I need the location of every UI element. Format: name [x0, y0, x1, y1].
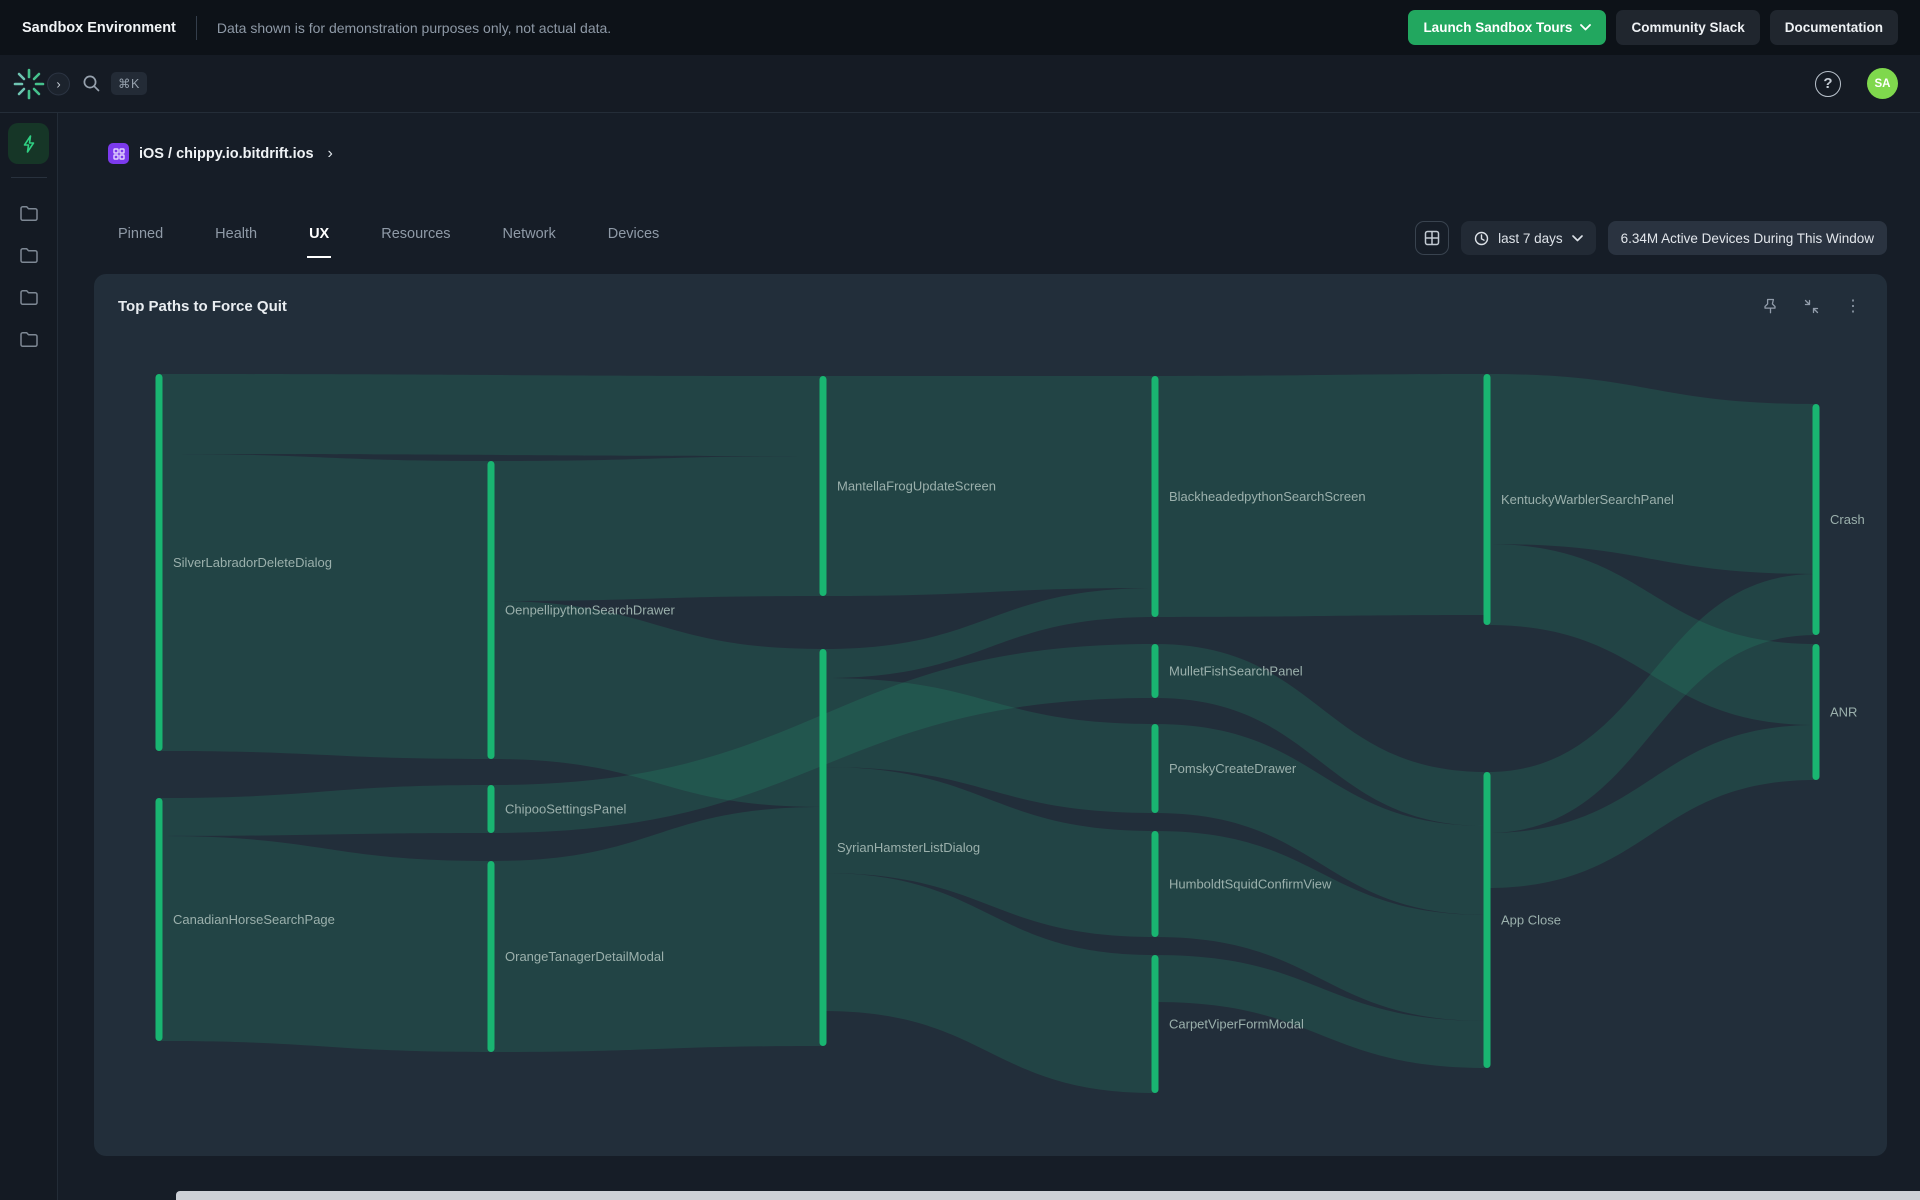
tabs-row: Pinned Health UX Resources Network Devices	[58, 218, 1920, 258]
sankey-link[interactable]	[491, 456, 823, 601]
sankey-node-label: CarpetViperFormModal	[1169, 1017, 1304, 1032]
top-nav: › ⌘K ? SA	[0, 55, 1920, 113]
sankey-link[interactable]	[159, 454, 491, 759]
folder-icon	[19, 288, 39, 306]
grid-icon	[1424, 230, 1440, 246]
bolt-icon	[19, 134, 39, 154]
banner-actions: Launch Sandbox Tours Community Slack Doc…	[1408, 10, 1898, 45]
sankey-node[interactable]	[820, 649, 827, 1046]
sidebar-divider	[11, 177, 47, 178]
search-shortcut-badge: ⌘K	[111, 72, 147, 95]
top-paths-card: Top Paths to Force Quit	[94, 274, 1887, 1156]
sankey-svg: SilverLabradorDeleteDialog CanadianHorseS…	[94, 274, 1887, 1156]
sankey-node-label: SilverLabradorDeleteDialog	[173, 555, 332, 570]
tab-resources[interactable]: Resources	[379, 226, 452, 258]
community-slack-button[interactable]: Community Slack	[1616, 10, 1759, 45]
app-grid-icon	[108, 143, 129, 164]
sankey-node[interactable]	[488, 861, 495, 1052]
sankey-node[interactable]	[156, 798, 163, 1041]
chevron-down-icon	[1572, 235, 1583, 242]
sankey-node-label: MantellaFrogUpdateScreen	[837, 479, 996, 494]
sidebar-expand-button[interactable]: ›	[47, 72, 70, 95]
layout-grid-button[interactable]	[1415, 221, 1449, 255]
sankey-link[interactable]	[159, 836, 491, 1052]
sidebar-folders	[8, 192, 49, 360]
app-root: Sandbox Environment Data shown is for de…	[0, 0, 1920, 1200]
sankey-node-label: HumboldtSquidConfirmView	[1169, 877, 1332, 892]
sankey-node[interactable]	[1484, 374, 1491, 625]
search-input[interactable]: ⌘K	[82, 72, 147, 95]
sankey-link[interactable]	[159, 785, 491, 836]
tab-devices[interactable]: Devices	[606, 226, 662, 258]
help-button[interactable]: ?	[1815, 71, 1841, 97]
view-controls: last 7 days 6.34M Active Devices During …	[1415, 221, 1887, 255]
sankey-node[interactable]	[1813, 644, 1820, 780]
sidebar-item-folder[interactable]	[8, 234, 49, 275]
time-range-select[interactable]: last 7 days	[1461, 221, 1596, 255]
sankey-node-label: MulletFishSearchPanel	[1169, 664, 1303, 679]
sankey-node[interactable]	[1152, 724, 1159, 813]
sankey-node-label: BlackheadedpythonSearchScreen	[1169, 489, 1366, 504]
banner-title: Sandbox Environment	[22, 20, 176, 36]
launch-sandbox-tours-button[interactable]: Launch Sandbox Tours	[1408, 10, 1606, 45]
sankey-node[interactable]	[1152, 831, 1159, 937]
sankey-node-label: ChipooSettingsPanel	[505, 802, 627, 817]
banner-divider	[196, 16, 197, 40]
folder-icon	[19, 204, 39, 222]
sankey-link[interactable]	[1487, 374, 1816, 574]
tab-pinned[interactable]: Pinned	[116, 226, 165, 258]
sidebar-item-folder[interactable]	[8, 276, 49, 317]
sankey-link[interactable]	[491, 807, 823, 1052]
sankey-node[interactable]	[1152, 955, 1159, 1093]
clock-icon	[1474, 231, 1489, 246]
bitdrift-logo-icon	[12, 67, 46, 101]
tab-ux[interactable]: UX	[307, 226, 331, 258]
sankey-node-label: App Close	[1501, 913, 1561, 928]
sankey-node[interactable]	[820, 376, 827, 596]
sidebar-item-folder[interactable]	[8, 318, 49, 359]
sankey-node-label: KentuckyWarblerSearchPanel	[1501, 492, 1674, 507]
sankey-node[interactable]	[1813, 404, 1820, 635]
sankey-node-label: SyrianHamsterListDialog	[837, 840, 980, 855]
folder-icon	[19, 330, 39, 348]
sankey-node[interactable]	[488, 785, 495, 833]
sidebar-item-folder[interactable]	[8, 192, 49, 233]
breadcrumb[interactable]: iOS / chippy.io.bitdrift.ios ›	[58, 113, 1920, 164]
main-content: iOS / chippy.io.bitdrift.ios › Pinned Hea…	[58, 113, 1920, 1200]
horizontal-scrollbar[interactable]	[176, 1191, 1920, 1200]
body-row: iOS / chippy.io.bitdrift.ios › Pinned Hea…	[0, 113, 1920, 1200]
breadcrumb-label: iOS / chippy.io.bitdrift.ios	[139, 146, 314, 162]
tabs: Pinned Health UX Resources Network Devices	[116, 218, 661, 258]
sankey-node-label: PomskyCreateDrawer	[1169, 761, 1297, 776]
folder-icon	[19, 246, 39, 264]
sankey-node[interactable]	[488, 461, 495, 759]
sankey-node-label: ANR	[1830, 705, 1857, 720]
tab-network[interactable]: Network	[501, 226, 558, 258]
tab-health[interactable]: Health	[213, 226, 259, 258]
sankey-node-label: CanadianHorseSearchPage	[173, 912, 335, 927]
banner-message: Data shown is for demonstration purposes…	[217, 20, 611, 36]
chevron-down-icon	[1580, 24, 1591, 31]
sankey-node[interactable]	[156, 374, 163, 751]
sidebar	[0, 113, 58, 1200]
sankey-node-label: Crash	[1830, 512, 1865, 527]
sankey-node[interactable]	[1152, 644, 1159, 698]
sandbox-banner: Sandbox Environment Data shown is for de…	[0, 0, 1920, 55]
time-range-value: last 7 days	[1498, 231, 1563, 246]
active-devices-badge: 6.34M Active Devices During This Window	[1608, 221, 1887, 255]
sankey-node[interactable]	[1484, 772, 1491, 1068]
search-icon	[82, 74, 101, 93]
sankey-link[interactable]	[159, 374, 823, 456]
sankey-node[interactable]	[1152, 376, 1159, 617]
chevron-right-icon: ›	[328, 145, 333, 163]
nav-right: ? SA	[1815, 68, 1920, 99]
sidebar-item-active[interactable]	[8, 123, 49, 164]
documentation-button[interactable]: Documentation	[1770, 10, 1898, 45]
avatar[interactable]: SA	[1867, 68, 1898, 99]
sankey-node-label: OrangeTanagerDetailModal	[505, 949, 664, 964]
sankey-node-label: OenpellipythonSearchDrawer	[505, 603, 675, 618]
